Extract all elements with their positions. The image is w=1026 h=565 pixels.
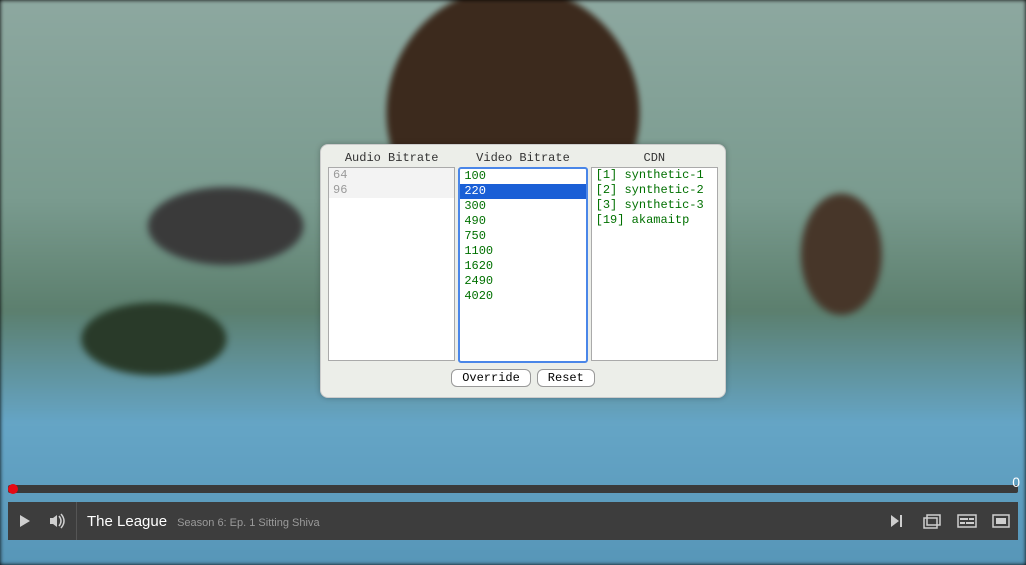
subtitles-button[interactable] [950, 502, 984, 540]
list-option: 96 [329, 183, 454, 198]
list-option[interactable]: 220 [460, 184, 585, 199]
audio-bitrate-listbox[interactable]: 6496 [328, 167, 455, 361]
list-option[interactable]: 4020 [460, 289, 585, 304]
list-option[interactable]: [3] synthetic-3 [592, 198, 717, 213]
subtitles-icon [957, 514, 977, 528]
list-option[interactable]: 750 [460, 229, 585, 244]
fullscreen-icon [992, 514, 1010, 528]
list-option[interactable]: 490 [460, 214, 585, 229]
list-option[interactable]: 1100 [460, 244, 585, 259]
fullscreen-button[interactable] [984, 502, 1018, 540]
bitrate-debug-panel: Audio Bitrate 6496 Video Bitrate 1002203… [320, 144, 726, 398]
list-option: 64 [329, 168, 454, 183]
video-bitrate-title: Video Bitrate [476, 151, 570, 165]
list-option[interactable]: 100 [460, 169, 585, 184]
scrub-bar[interactable] [8, 485, 1018, 493]
show-title: The League [87, 513, 167, 530]
list-option[interactable]: [1] synthetic-1 [592, 168, 717, 183]
title-block: The League Season 6: Ep. 1 Sitting Shiva [77, 513, 320, 530]
list-option[interactable]: 2490 [460, 274, 585, 289]
episodes-button[interactable] [916, 502, 950, 540]
scrub-playhead[interactable] [8, 484, 18, 494]
list-option[interactable]: 300 [460, 199, 585, 214]
time-remaining: 0 [1012, 474, 1020, 490]
cdn-listbox[interactable]: [1] synthetic-1[2] synthetic-2[3] synthe… [591, 167, 718, 361]
player-controls: The League Season 6: Ep. 1 Sitting Shiva [8, 502, 1018, 540]
list-option[interactable]: [2] synthetic-2 [592, 183, 717, 198]
play-icon [17, 513, 33, 529]
video-bitrate-column: Video Bitrate 10022030049075011001620249… [460, 151, 585, 363]
video-bitrate-listbox[interactable]: 1002203004907501100162024904020 [458, 167, 587, 363]
list-option[interactable]: 1620 [460, 259, 585, 274]
reset-button[interactable]: Reset [537, 369, 595, 387]
audio-bitrate-title: Audio Bitrate [345, 151, 439, 165]
override-button[interactable]: Override [451, 369, 531, 387]
next-episode-icon [890, 514, 908, 528]
next-episode-button[interactable] [882, 502, 916, 540]
audio-bitrate-column: Audio Bitrate 6496 [329, 151, 454, 363]
cdn-title: CDN [644, 151, 666, 165]
episode-subtitle: Season 6: Ep. 1 Sitting Shiva [177, 517, 319, 529]
list-option[interactable]: [19] akamaitp [592, 213, 717, 228]
cdn-column: CDN [1] synthetic-1[2] synthetic-2[3] sy… [592, 151, 717, 363]
volume-icon [49, 513, 69, 529]
volume-button[interactable] [42, 502, 76, 540]
episodes-icon [923, 513, 943, 529]
play-button[interactable] [8, 502, 42, 540]
